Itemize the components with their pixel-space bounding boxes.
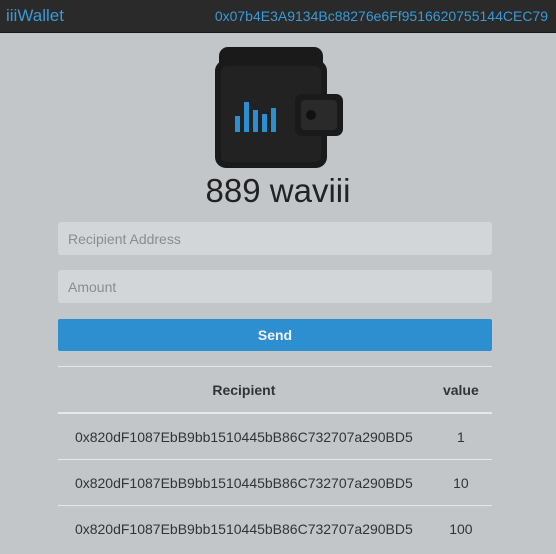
table-header-row: Recipient value — [58, 366, 492, 414]
value-cell: 10 — [429, 459, 492, 506]
wallet-icon — [215, 47, 343, 168]
recipient-cell: 0x820dF1087EbB9bb1510445bB86C732707a290B… — [58, 413, 430, 460]
transactions-table: Recipient value 0x820dF1087EbB9bb1510445… — [58, 366, 492, 551]
recipient-address-input[interactable] — [58, 222, 492, 255]
table-row: 0x820dF1087EbB9bb1510445bB86C732707a290B… — [58, 506, 492, 552]
send-button[interactable]: Send — [58, 319, 492, 351]
top-navbar: iiiWallet 0x07b4E3A9134Bc88276e6Ff951662… — [0, 0, 556, 33]
brand-link[interactable]: iiiWallet — [6, 6, 64, 26]
table-row: 0x820dF1087EbB9bb1510445bB86C732707a290B… — [58, 459, 492, 506]
table-row: 0x820dF1087EbB9bb1510445bB86C732707a290B… — [58, 413, 492, 460]
account-address[interactable]: 0x07b4E3A9134Bc88276e6Ff9516620755144CEC… — [215, 8, 548, 24]
recipient-cell: 0x820dF1087EbB9bb1510445bB86C732707a290B… — [58, 459, 430, 506]
amount-input[interactable] — [58, 270, 492, 303]
value-cell: 1 — [429, 413, 492, 460]
wallet-balance: 889 waviii — [205, 172, 351, 209]
value-cell: 100 — [449, 520, 473, 537]
recipient-column-header: Recipient — [58, 366, 430, 414]
value-column-header: value — [429, 366, 492, 414]
recipient-cell: 0x820dF1087EbB9bb1510445bB86C732707a290B… — [74, 520, 413, 537]
